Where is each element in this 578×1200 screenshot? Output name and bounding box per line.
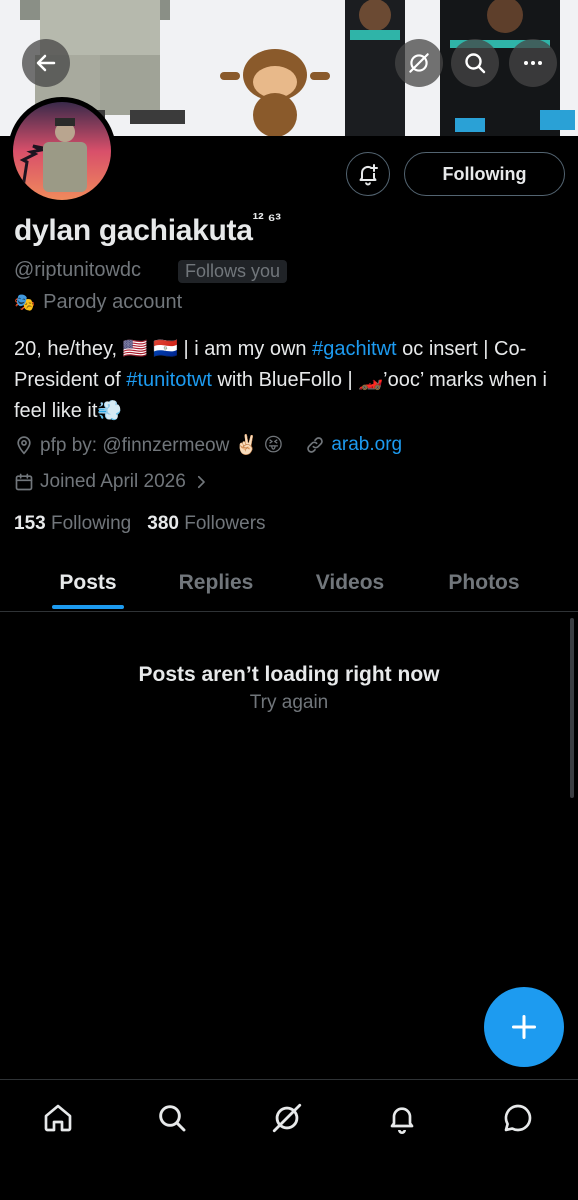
display-name: dylan gachiakuta¹² ⁶³ bbox=[14, 210, 281, 248]
hashtag-tunitotwt[interactable]: #tunitotwt bbox=[126, 369, 212, 391]
location-icon bbox=[17, 436, 31, 455]
link-icon bbox=[307, 437, 324, 453]
display-name-text: dylan gachiakuta bbox=[14, 214, 253, 247]
grok-button[interactable] bbox=[395, 39, 443, 87]
notifications-subscribe-button[interactable] bbox=[346, 152, 390, 196]
follows-you-badge: Follows you bbox=[178, 260, 288, 283]
profile-tabs: Posts Replies Videos Photos bbox=[0, 555, 578, 612]
compose-button[interactable] bbox=[484, 987, 564, 1067]
arrow-left-icon bbox=[36, 54, 56, 72]
messages-icon bbox=[504, 1104, 532, 1132]
more-icon bbox=[524, 61, 542, 65]
parody-mask-icon: 🎭 bbox=[14, 292, 36, 312]
follow-counts: 153 Following 380 Followers bbox=[14, 513, 266, 535]
error-message: Posts aren’t loading right now bbox=[138, 663, 440, 686]
hashtag-gachitwt[interactable]: #gachitwt bbox=[312, 338, 397, 360]
parody-label: 🎭 Parody account bbox=[14, 291, 182, 314]
home-icon bbox=[44, 1104, 72, 1132]
followers-count: 380 bbox=[147, 513, 179, 534]
notifications-icon bbox=[390, 1107, 414, 1134]
joined-text: Joined April 2026 bbox=[40, 471, 186, 492]
bio: 20, he/they, 🇺🇸 🇵🇾 | i am my own #gachit… bbox=[14, 334, 570, 427]
nav-grok[interactable] bbox=[267, 1098, 307, 1138]
scrollbar[interactable] bbox=[570, 618, 574, 798]
search-icon bbox=[159, 1105, 186, 1132]
followers-count-link[interactable]: 380 Followers bbox=[147, 513, 265, 535]
tab-posts[interactable]: Posts bbox=[28, 555, 148, 611]
display-name-suffix: ¹² ⁶³ bbox=[252, 210, 281, 229]
grok-icon bbox=[409, 53, 429, 73]
active-tab-indicator bbox=[52, 605, 124, 609]
more-button[interactable] bbox=[509, 39, 557, 87]
nav-messages[interactable] bbox=[498, 1098, 538, 1138]
back-button[interactable] bbox=[22, 39, 70, 87]
handle: @riptunitowdc bbox=[14, 259, 142, 281]
nav-search[interactable] bbox=[152, 1098, 192, 1138]
joined-date[interactable]: Joined April 2026 bbox=[14, 471, 210, 493]
avatar-image bbox=[13, 102, 111, 200]
nav-notifications[interactable] bbox=[382, 1098, 422, 1138]
followers-label: Followers bbox=[184, 513, 266, 534]
profile-meta: pfp by: @finnzermeow ✌🏻 😝 arab.org bbox=[14, 433, 402, 457]
nav-home[interactable] bbox=[38, 1098, 78, 1138]
search-icon bbox=[465, 53, 486, 74]
plus-icon bbox=[511, 1014, 537, 1040]
bell-plus-icon bbox=[359, 164, 378, 186]
search-button[interactable] bbox=[451, 39, 499, 87]
following-count-link[interactable]: 153 Following bbox=[14, 513, 131, 535]
parody-label-text: Parody account bbox=[43, 291, 183, 313]
grok-icon bbox=[272, 1103, 302, 1133]
calendar-icon bbox=[15, 473, 33, 491]
location-text: pfp by: @finnzermeow ✌🏻 😝 bbox=[40, 435, 284, 456]
bio-part-1: 20, he/they, 🇺🇸 🇵🇾 | i am my own bbox=[14, 338, 313, 360]
tab-photos[interactable]: Photos bbox=[424, 555, 544, 611]
website-link[interactable]: arab.org bbox=[331, 434, 402, 456]
chevron-right-icon bbox=[197, 475, 205, 489]
avatar[interactable] bbox=[8, 97, 116, 205]
following-count: 153 bbox=[14, 513, 46, 534]
try-again-button[interactable]: Try again bbox=[0, 692, 578, 714]
following-button[interactable]: Following bbox=[404, 152, 565, 196]
tab-replies[interactable]: Replies bbox=[156, 555, 276, 611]
tab-videos[interactable]: Videos bbox=[290, 555, 410, 611]
following-label: Following bbox=[50, 513, 132, 534]
bottom-navigation bbox=[0, 1079, 578, 1200]
